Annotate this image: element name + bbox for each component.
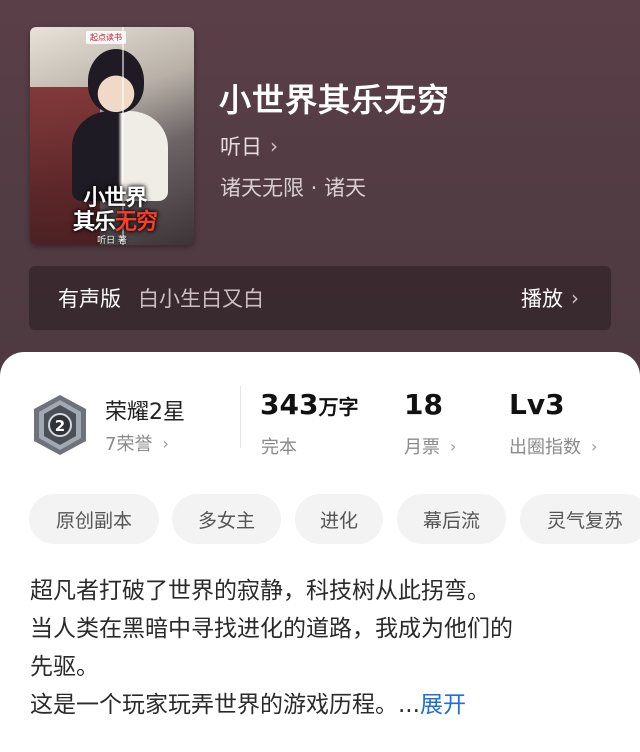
- description-line: 这是一个玩家玩弄世界的游戏历程。...: [30, 692, 420, 718]
- author-link[interactable]: 听日 ›: [220, 131, 278, 161]
- monthly-tickets-link[interactable]: 月票 ›: [404, 433, 456, 459]
- word-count-unit: 万字: [318, 395, 359, 419]
- word-count: 343万字: [260, 388, 358, 421]
- tag-item[interactable]: 进化: [295, 494, 383, 544]
- cover-title-line2a: 其乐: [72, 210, 116, 235]
- cover-title: 小世界 其乐无穷: [40, 187, 190, 235]
- stats-divider: [240, 386, 241, 448]
- description-line-last: 这是一个玩家玩弄世界的游戏历程。...展开: [30, 686, 620, 724]
- popularity-level: Lv3: [509, 388, 565, 421]
- cover-author: 听日 著: [97, 236, 127, 245]
- tag-item[interactable]: 幕后流: [397, 494, 506, 544]
- cover-figure-head: [88, 49, 144, 113]
- honor-title: 荣耀2星: [105, 400, 185, 425]
- description-line: 超凡者打破了世界的寂静，科技树从此拐弯。: [30, 578, 490, 604]
- tag-item[interactable]: 原创副本: [29, 494, 159, 544]
- badge-level: 2: [55, 417, 65, 435]
- chevron-right-icon: ›: [571, 286, 579, 310]
- author-name: 听日: [220, 135, 262, 159]
- play-button[interactable]: 播放 ›: [521, 283, 579, 313]
- audio-version-bar[interactable]: 有声版 白小生白又白 播放 ›: [29, 266, 611, 330]
- cover-title-line2b: 无穷: [115, 210, 158, 235]
- monthly-tickets: 18: [404, 388, 443, 421]
- expand-button[interactable]: 展开: [420, 692, 466, 718]
- monthly-tickets-label: 月票: [404, 437, 440, 458]
- book-title: 小世界其乐无穷: [219, 81, 451, 119]
- monthly-tickets-value: 18: [404, 388, 443, 421]
- honor-link[interactable]: 7荣誉 ›: [105, 430, 169, 456]
- book-cover[interactable]: 起点读书 小世界 其乐无穷 听日 著: [30, 27, 194, 245]
- chevron-right-icon: ›: [450, 436, 457, 456]
- book-genre: 诸天无限 · 诸天: [220, 176, 367, 200]
- word-count-value: 343: [260, 388, 319, 421]
- cover-title-line1: 小世界: [83, 186, 147, 211]
- audio-narrator: 白小生白又白: [138, 287, 264, 311]
- audio-label: 有声版: [58, 287, 121, 311]
- honor-count: 7荣誉: [105, 434, 153, 455]
- play-label: 播放: [521, 287, 563, 311]
- publisher-logo: 起点读书: [86, 31, 126, 44]
- popularity-index-label: 出圈指数: [509, 437, 581, 458]
- tag-item[interactable]: 多女主: [172, 494, 281, 544]
- chevron-right-icon: ›: [270, 134, 278, 158]
- cover-title-line2: 其乐无穷: [40, 211, 190, 235]
- completion-status: 完本: [261, 437, 297, 458]
- popularity-index-link[interactable]: 出圈指数 ›: [509, 433, 597, 459]
- book-description: 超凡者打破了世界的寂静，科技树从此拐弯。 当人类在黑暗中寻找进化的道路，我成为他…: [30, 572, 620, 724]
- chevron-right-icon: ›: [162, 433, 169, 453]
- tag-item[interactable]: 灵气复苏: [520, 494, 640, 544]
- description-line: 当人类在黑暗中寻找进化的道路，我成为他们的: [30, 616, 513, 642]
- description-line: 先驱。: [30, 654, 99, 680]
- popularity-level-value: Lv3: [509, 388, 565, 421]
- honor-badge-icon[interactable]: 2: [30, 393, 90, 457]
- chevron-right-icon: ›: [591, 436, 598, 456]
